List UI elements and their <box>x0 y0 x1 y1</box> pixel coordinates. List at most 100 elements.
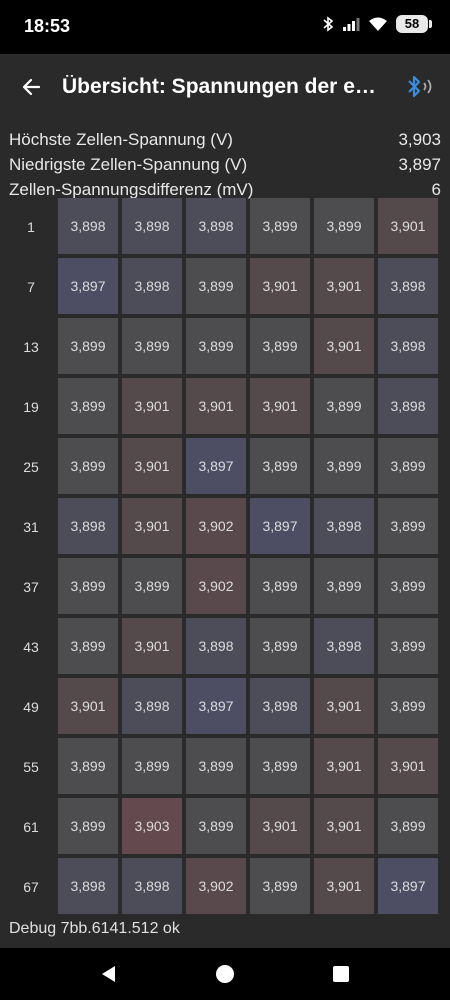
cell-voltage: 3,901 <box>250 798 310 854</box>
cell-voltage: 3,898 <box>122 858 182 914</box>
row-start-index: 7 <box>27 279 35 295</box>
row-start-index: 25 <box>23 459 39 475</box>
row-start-index: 13 <box>23 339 39 355</box>
max-voltage-row: Höchste Zellen-Spannung (V) 3,903 <box>9 127 441 152</box>
cell-voltage: 3,899 <box>122 318 182 374</box>
cell-voltage: 3,899 <box>186 738 246 794</box>
cell-voltage: 3,899 <box>314 438 374 494</box>
grid-row: 55 3,899 3,899 3,899 3,899 3,901 3,901 <box>0 738 450 798</box>
cell-voltage: 3,898 <box>378 378 438 434</box>
cell-voltage: 3,898 <box>122 198 182 254</box>
cell-voltage: 3,901 <box>314 318 374 374</box>
summary-value: 3,897 <box>398 155 441 174</box>
min-voltage-row: Niedrigste Zellen-Spannung (V) 3,897 <box>9 152 441 177</box>
cell-voltage: 3,899 <box>58 738 118 794</box>
cell-voltage: 3,899 <box>58 618 118 674</box>
summary-label: Niedrigste Zellen-Spannung (V) <box>9 155 248 174</box>
cell-voltage: 3,897 <box>378 858 438 914</box>
cell-voltage: 3,898 <box>250 678 310 734</box>
cell-voltage: 3,901 <box>250 258 310 314</box>
row-start-index: 31 <box>23 519 39 535</box>
cell-voltage: 3,901 <box>314 858 374 914</box>
cell-voltage: 3,899 <box>378 438 438 494</box>
grid-row: 1 3,898 3,898 3,898 3,899 3,899 3,901 <box>0 198 450 258</box>
cell-voltage: 3,897 <box>186 438 246 494</box>
row-start-index: 19 <box>23 399 39 415</box>
nav-back-button[interactable] <box>96 961 122 987</box>
cell-voltage: 3,901 <box>186 378 246 434</box>
grid-row: 25 3,899 3,901 3,897 3,899 3,899 3,899 <box>0 438 450 498</box>
cell-voltage: 3,897 <box>250 498 310 554</box>
status-time: 18:53 <box>24 16 71 36</box>
app-bar: Übersicht: Spannungen der e… <box>0 54 450 120</box>
circle-home-icon <box>216 965 234 983</box>
row-start-index: 37 <box>23 579 39 595</box>
cell-voltage: 3,901 <box>122 438 182 494</box>
nav-home-button[interactable] <box>212 961 238 987</box>
cell-voltage: 3,899 <box>250 198 310 254</box>
bluetooth-connected-icon <box>408 75 432 98</box>
cell-voltage: 3,899 <box>122 738 182 794</box>
row-start-index: 49 <box>23 699 39 715</box>
cell-voltage: 3,903 <box>122 798 182 854</box>
page-title: Übersicht: Spannungen der e… <box>62 75 376 98</box>
grid-row: 43 3,899 3,901 3,898 3,899 3,898 3,899 <box>0 618 450 678</box>
cell-voltage: 3,899 <box>314 558 374 614</box>
cell-voltage: 3,899 <box>378 618 438 674</box>
grid-row: 61 3,899 3,903 3,899 3,901 3,901 3,899 <box>0 798 450 858</box>
cell-voltage: 3,899 <box>122 558 182 614</box>
row-start-index: 1 <box>27 219 35 235</box>
cell-voltage: 3,901 <box>378 198 438 254</box>
cell-voltage: 3,901 <box>122 618 182 674</box>
cell-voltage: 3,899 <box>186 798 246 854</box>
cell-voltage: 3,898 <box>58 498 118 554</box>
cell-voltage-grid: 1 3,898 3,898 3,898 3,899 3,899 3,901 7 3,897 3,8… <box>0 198 450 918</box>
grid-row: 49 3,901 3,898 3,897 3,898 3,901 3,899 <box>0 678 450 738</box>
cell-voltage: 3,899 <box>378 678 438 734</box>
nav-recents-button[interactable] <box>328 961 354 987</box>
cell-voltage: 3,898 <box>122 258 182 314</box>
cell-voltage: 3,899 <box>186 318 246 374</box>
system-nav-bar <box>0 948 450 1000</box>
status-icons: 58 <box>322 15 432 33</box>
cell-voltage: 3,899 <box>250 318 310 374</box>
square-recents-icon <box>333 966 349 982</box>
cell-voltage: 3,899 <box>314 198 374 254</box>
grid-row: 19 3,899 3,901 3,901 3,901 3,899 3,898 <box>0 378 450 438</box>
cell-voltage: 3,899 <box>250 438 310 494</box>
summary-section: Höchste Zellen-Spannung (V) 3,903 Niedri… <box>0 120 450 202</box>
bluetooth-button[interactable] <box>404 72 436 102</box>
cell-voltage: 3,898 <box>58 198 118 254</box>
battery-indicator: 58 <box>396 15 432 33</box>
bluetooth-status-icon <box>323 16 334 32</box>
grid-row: 13 3,899 3,899 3,899 3,899 3,901 3,898 <box>0 318 450 378</box>
cell-voltage: 3,898 <box>58 858 118 914</box>
cell-voltage: 3,897 <box>186 678 246 734</box>
grid-row: 37 3,899 3,899 3,902 3,899 3,899 3,899 <box>0 558 450 618</box>
cell-voltage: 3,901 <box>314 678 374 734</box>
cell-voltage: 3,897 <box>58 258 118 314</box>
row-start-index: 43 <box>23 639 39 655</box>
cell-voltage: 3,898 <box>122 678 182 734</box>
row-start-index: 55 <box>23 759 39 775</box>
wifi-icon <box>369 17 387 31</box>
cell-voltage: 3,901 <box>250 378 310 434</box>
signal-icon <box>343 18 360 31</box>
cell-voltage: 3,899 <box>58 558 118 614</box>
cell-voltage: 3,899 <box>58 798 118 854</box>
cell-voltage: 3,901 <box>122 378 182 434</box>
grid-row: 67 3,898 3,898 3,902 3,899 3,901 3,897 <box>0 858 450 918</box>
back-button[interactable] <box>0 54 62 120</box>
cell-voltage: 3,898 <box>186 198 246 254</box>
cell-voltage: 3,898 <box>314 498 374 554</box>
cell-voltage: 3,902 <box>186 558 246 614</box>
cell-voltage: 3,898 <box>314 618 374 674</box>
summary-value: 3,903 <box>398 130 441 149</box>
cell-voltage: 3,899 <box>378 798 438 854</box>
arrow-left-icon <box>22 78 41 96</box>
cell-voltage: 3,899 <box>250 618 310 674</box>
cell-voltage: 3,899 <box>58 378 118 434</box>
cell-voltage: 3,899 <box>250 558 310 614</box>
cell-voltage: 3,901 <box>314 738 374 794</box>
cell-voltage: 3,899 <box>250 738 310 794</box>
